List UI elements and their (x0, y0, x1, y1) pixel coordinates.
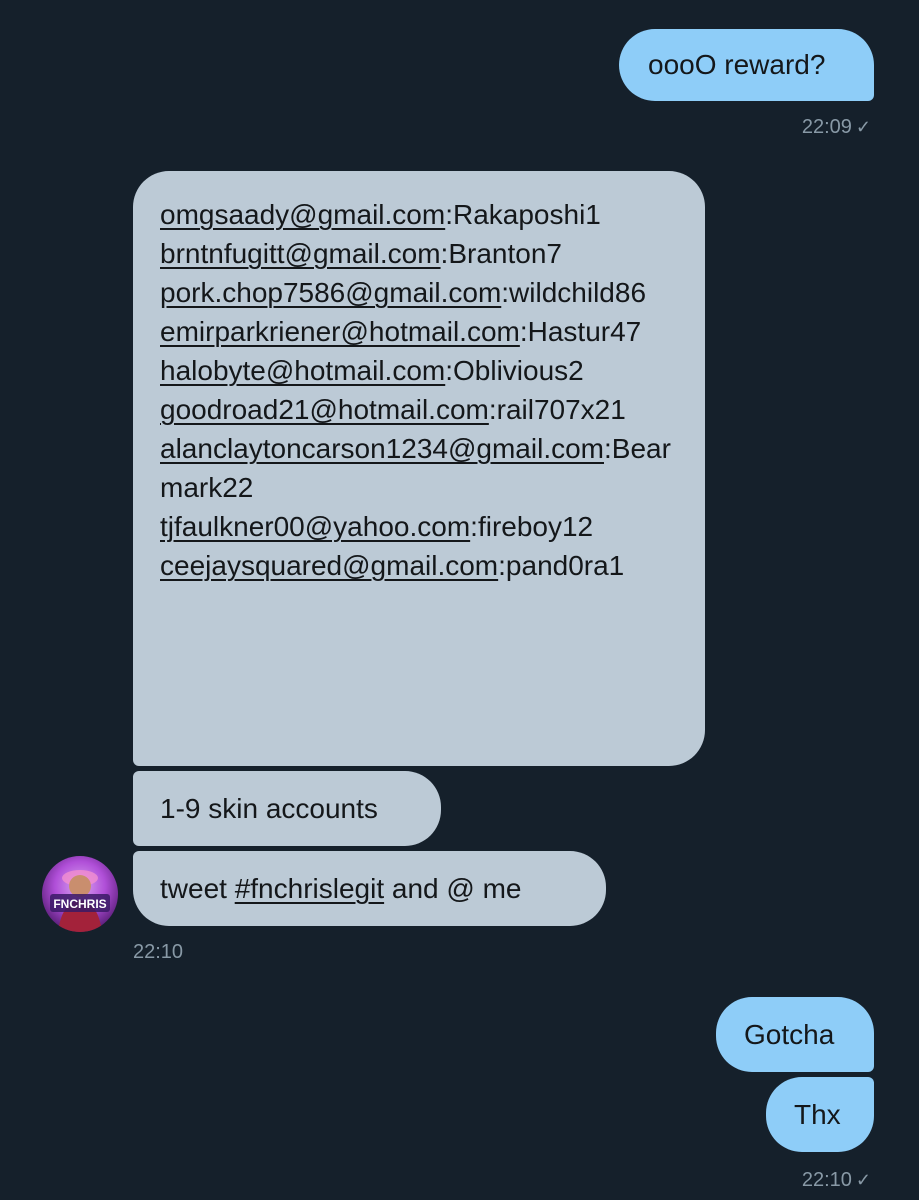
email-link[interactable]: emirparkriener@hotmail.com (160, 316, 520, 347)
credential-password: pand0ra1 (505, 550, 625, 581)
message-text: Thx (794, 1099, 841, 1130)
message-bubble-outgoing[interactable]: Gotcha (716, 997, 874, 1072)
credential-line: tjfaulkner00@yahoo.com:fireboy12 (160, 507, 685, 546)
credential-password: fireboy12 (477, 511, 594, 542)
credential-separator: : (445, 355, 454, 386)
credential-line: halobyte@hotmail.com:Oblivious2 (160, 351, 685, 390)
credential-line: ceejaysquared@gmail.com:pand0ra1 (160, 546, 685, 585)
message-text: oooO reward? (648, 49, 826, 80)
message-text: Gotcha (744, 1019, 835, 1050)
read-check-icon: ✓ (855, 1170, 871, 1190)
credential-password: Oblivious2 (453, 355, 584, 386)
credential-password: wildchild86 (509, 277, 647, 308)
message-timestamp: 22:10 (133, 941, 184, 963)
message-bubble-outgoing[interactable]: oooO reward? (619, 29, 874, 101)
email-link[interactable]: omgsaady@gmail.com (160, 199, 445, 230)
avatar-image: FNCHRIS (42, 856, 118, 932)
message-timestamp: 22:09 ✓ (801, 116, 871, 138)
message-bubble-incoming[interactable]: omgsaady@gmail.com:Rakaposhi1 brntnfugitt… (133, 171, 705, 766)
credential-password: rail707x21 (496, 394, 626, 425)
credential-separator: : (470, 511, 478, 542)
message-timestamp: 22:10 ✓ (801, 1169, 871, 1191)
message-text: 1-9 skin accounts (160, 793, 378, 824)
credential-separator: : (498, 550, 506, 581)
credential-line: brntnfugitt@gmail.com:Branton7 (160, 234, 685, 273)
credential-line: alanclaytoncarson1234@gmail.com:Bearmark… (160, 429, 685, 507)
hashtag-link[interactable]: #fnchrislegit (235, 873, 384, 904)
avatar-label: FNCHRIS (53, 897, 106, 911)
read-check-icon: ✓ (855, 117, 871, 137)
email-link[interactable]: ceejaysquared@gmail.com (160, 550, 498, 581)
credential-password: Branton7 (448, 238, 562, 269)
email-link[interactable]: tjfaulkner00@yahoo.com (160, 511, 470, 542)
credential-separator: : (445, 199, 453, 230)
credential-separator: : (519, 316, 528, 347)
email-link[interactable]: halobyte@hotmail.com (160, 355, 445, 386)
email-link[interactable]: brntnfugitt@gmail.com (160, 238, 441, 269)
user-avatar[interactable]: FNCHRIS (42, 856, 118, 932)
email-link[interactable]: alanclaytoncarson1234@gmail.com (160, 433, 604, 464)
credential-password: Rakaposhi1 (452, 199, 601, 230)
credential-separator: : (501, 277, 510, 308)
credential-password: Hastur47 (527, 316, 642, 347)
credential-line: emirparkriener@hotmail.com:Hastur47 (160, 312, 685, 351)
email-link[interactable]: goodroad21@hotmail.com (160, 394, 489, 425)
email-link[interactable]: pork.chop7586@gmail.com (160, 277, 501, 308)
credential-line: omgsaady@gmail.com:Rakaposhi1 (160, 195, 685, 234)
credential-line: goodroad21@hotmail.com:rail707x21 (160, 390, 685, 429)
message-bubble-incoming[interactable]: tweet #fnchrislegit and @ me (133, 851, 606, 926)
message-bubble-incoming[interactable]: 1-9 skin accounts (133, 771, 441, 846)
credential-line: pork.chop7586@gmail.com:wildchild86 (160, 273, 685, 312)
credential-separator: : (604, 433, 612, 464)
credential-separator: : (488, 394, 497, 425)
credential-list: omgsaady@gmail.com:Rakaposhi1 brntnfugitt… (160, 195, 685, 585)
message-bubble-outgoing[interactable]: Thx (766, 1077, 874, 1152)
